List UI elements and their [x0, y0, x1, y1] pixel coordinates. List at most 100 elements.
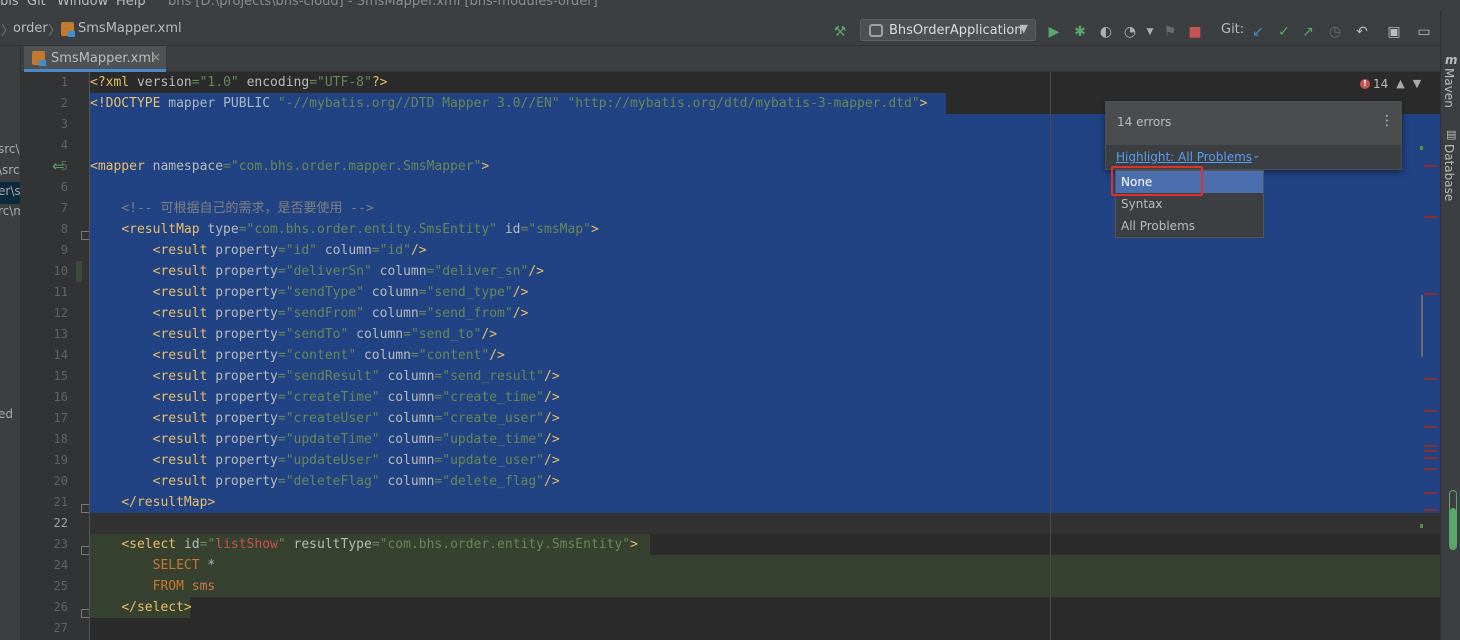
project-tree-fragment[interactable]: \src — [0, 163, 20, 177]
ok-marker — [1420, 146, 1423, 150]
presentation-icon[interactable]: ▭ — [1416, 24, 1432, 40]
highlight-level-link[interactable]: Highlight: All Problems — [1116, 150, 1252, 164]
option-syntax[interactable]: Syntax — [1116, 193, 1263, 215]
memory-fill — [1450, 508, 1456, 549]
profiler-icon[interactable]: ◔ — [1122, 24, 1138, 40]
project-structure-icon[interactable]: ▣ — [1386, 24, 1402, 40]
error-marker[interactable] — [1424, 457, 1437, 459]
breadcrumb-item-file[interactable]: SmsMapper.xml — [78, 21, 182, 36]
current-line-highlight — [90, 513, 1440, 534]
navigate-arrow-icon[interactable]: ⇐ — [52, 157, 65, 175]
code-line: FROM sms — [152, 579, 216, 594]
inspection-widget[interactable]: ! 14 ▲ ▼ — [1360, 76, 1421, 94]
code-line: <result property="createTime" column="cr… — [152, 390, 560, 405]
rollback-icon[interactable]: ↶ — [1354, 24, 1370, 40]
stop-icon[interactable]: ■ — [1187, 24, 1203, 40]
line-number: 26 — [53, 600, 68, 614]
project-tree-fragment[interactable]: ed — [0, 407, 13, 421]
error-marker[interactable] — [1424, 492, 1437, 494]
line-number: 3 — [60, 117, 68, 131]
code-line: <result property="deliverSn" column="del… — [152, 264, 544, 279]
tab-smsmapper-xml[interactable]: SmsMapper.xml × — [24, 46, 166, 72]
maven-tool-button[interactable]: Maven — [1442, 68, 1456, 108]
popup-title: 14 errors — [1117, 115, 1172, 129]
code-line: <!DOCTYPE mapper PUBLIC "-//mybatis.org/… — [90, 96, 928, 111]
line-number: 23 — [53, 537, 68, 551]
project-tree-fragment[interactable]: er\s — [0, 184, 20, 198]
git-push-icon[interactable]: ↗ — [1300, 24, 1316, 40]
maven-icon: m — [1445, 53, 1458, 67]
menu-item-help[interactable]: Help — [116, 0, 146, 9]
coverage-icon[interactable]: ◐ — [1098, 24, 1114, 40]
error-marker[interactable] — [1424, 165, 1437, 167]
code-line: <result property="createUser" column="cr… — [152, 411, 560, 426]
debug-bug-icon[interactable]: ✱ — [1072, 24, 1088, 40]
chevron-down-icon[interactable]: ⌄ — [1252, 150, 1260, 161]
sql-injection-highlight — [90, 555, 1440, 597]
menu-item-window[interactable]: Window — [57, 0, 108, 9]
menu-item-git[interactable]: Git — [27, 0, 46, 9]
error-marker[interactable] — [1424, 410, 1437, 412]
line-number: 10 — [53, 264, 68, 278]
annotation-highlight-box — [1111, 166, 1203, 196]
code-line: <result property="sendType" column="send… — [152, 285, 529, 300]
editor-tab-bar: SmsMapper.xml × — [21, 46, 1440, 72]
line-number: 18 — [53, 432, 68, 446]
code-line: <result property="updateUser" column="up… — [152, 453, 560, 468]
error-marker[interactable] — [1424, 468, 1437, 470]
xml-file-icon — [32, 51, 46, 66]
run-icon[interactable]: ▶ — [1046, 24, 1062, 40]
close-icon[interactable]: × — [151, 50, 161, 64]
window-title: bhs [D:\projects\bhs-cloud] - SmsMapper.… — [168, 0, 598, 9]
more-options-icon[interactable]: ⋮ — [1380, 113, 1394, 129]
git-update-icon[interactable]: ↙ — [1250, 24, 1266, 40]
run-configuration-label: BhsOrderApplication — [889, 23, 1023, 38]
project-tree-fragment[interactable]: src\ — [0, 142, 20, 156]
line-number: 20 — [53, 474, 68, 488]
line-number: 12 — [53, 306, 68, 320]
git-label: Git: — [1221, 22, 1245, 37]
code-line: <resultMap type="com.bhs.order.entity.Sm… — [121, 222, 599, 237]
error-marker[interactable] — [1424, 509, 1437, 511]
scroll-thumb[interactable] — [1421, 295, 1423, 357]
more-run-chevron-icon[interactable]: ▼ — [1142, 24, 1158, 40]
run-configuration-select[interactable]: BhsOrderApplication ▼ — [860, 19, 1036, 41]
code-line: </select> — [121, 600, 192, 615]
tab-label: SmsMapper.xml — [51, 51, 155, 66]
chevron-down-icon[interactable]: ▼ — [1413, 77, 1421, 90]
right-margin-guide — [1050, 72, 1051, 640]
error-marker[interactable] — [1424, 426, 1437, 428]
line-number: 27 — [53, 621, 68, 635]
editor-scrollbar[interactable] — [1418, 72, 1440, 640]
line-number: 11 — [53, 285, 68, 299]
build-hammer-icon[interactable]: ⚒ — [832, 24, 848, 40]
line-number: 2 — [60, 96, 68, 110]
line-number: 19 — [53, 453, 68, 467]
breadcrumb-separator-icon: 〉 — [48, 24, 62, 39]
menu-item-bis[interactable]: bis — [0, 0, 19, 9]
code-line: <!-- 可根据自己的需求，是否要使用 --> — [121, 201, 374, 216]
error-marker[interactable] — [1424, 216, 1437, 218]
xml-file-icon — [61, 22, 75, 37]
history-clock-icon[interactable]: ◷ — [1327, 24, 1343, 40]
project-panel-edge: src\ \src er\s rc\m ed — [0, 46, 21, 640]
database-tool-button[interactable]: Database — [1442, 144, 1456, 201]
code-line: <result property="updateTime" column="up… — [152, 432, 560, 447]
line-number: 8 — [60, 222, 68, 236]
attach-icon[interactable]: ⚑ — [1162, 24, 1178, 40]
error-marker[interactable] — [1424, 450, 1437, 452]
git-commit-icon[interactable]: ✓ — [1276, 24, 1292, 40]
line-number: 25 — [53, 579, 68, 593]
project-tree-fragment[interactable]: rc\m — [0, 204, 20, 218]
chevron-up-icon[interactable]: ▲ — [1396, 77, 1404, 90]
error-count: 14 — [1373, 76, 1389, 91]
error-marker[interactable] — [1424, 445, 1437, 447]
error-marker[interactable] — [1424, 293, 1437, 295]
navigation-bar: 〉 order 〉 SmsMapper.xml ⚒ BhsOrderApplic… — [0, 10, 1460, 46]
chevron-down-icon: ▼ — [1019, 22, 1028, 35]
line-number: 24 — [53, 558, 68, 572]
option-all-problems[interactable]: All Problems — [1116, 215, 1263, 237]
breadcrumb-item-order[interactable]: order — [13, 21, 48, 36]
line-number: 1 — [60, 75, 68, 89]
error-marker[interactable] — [1424, 378, 1437, 380]
